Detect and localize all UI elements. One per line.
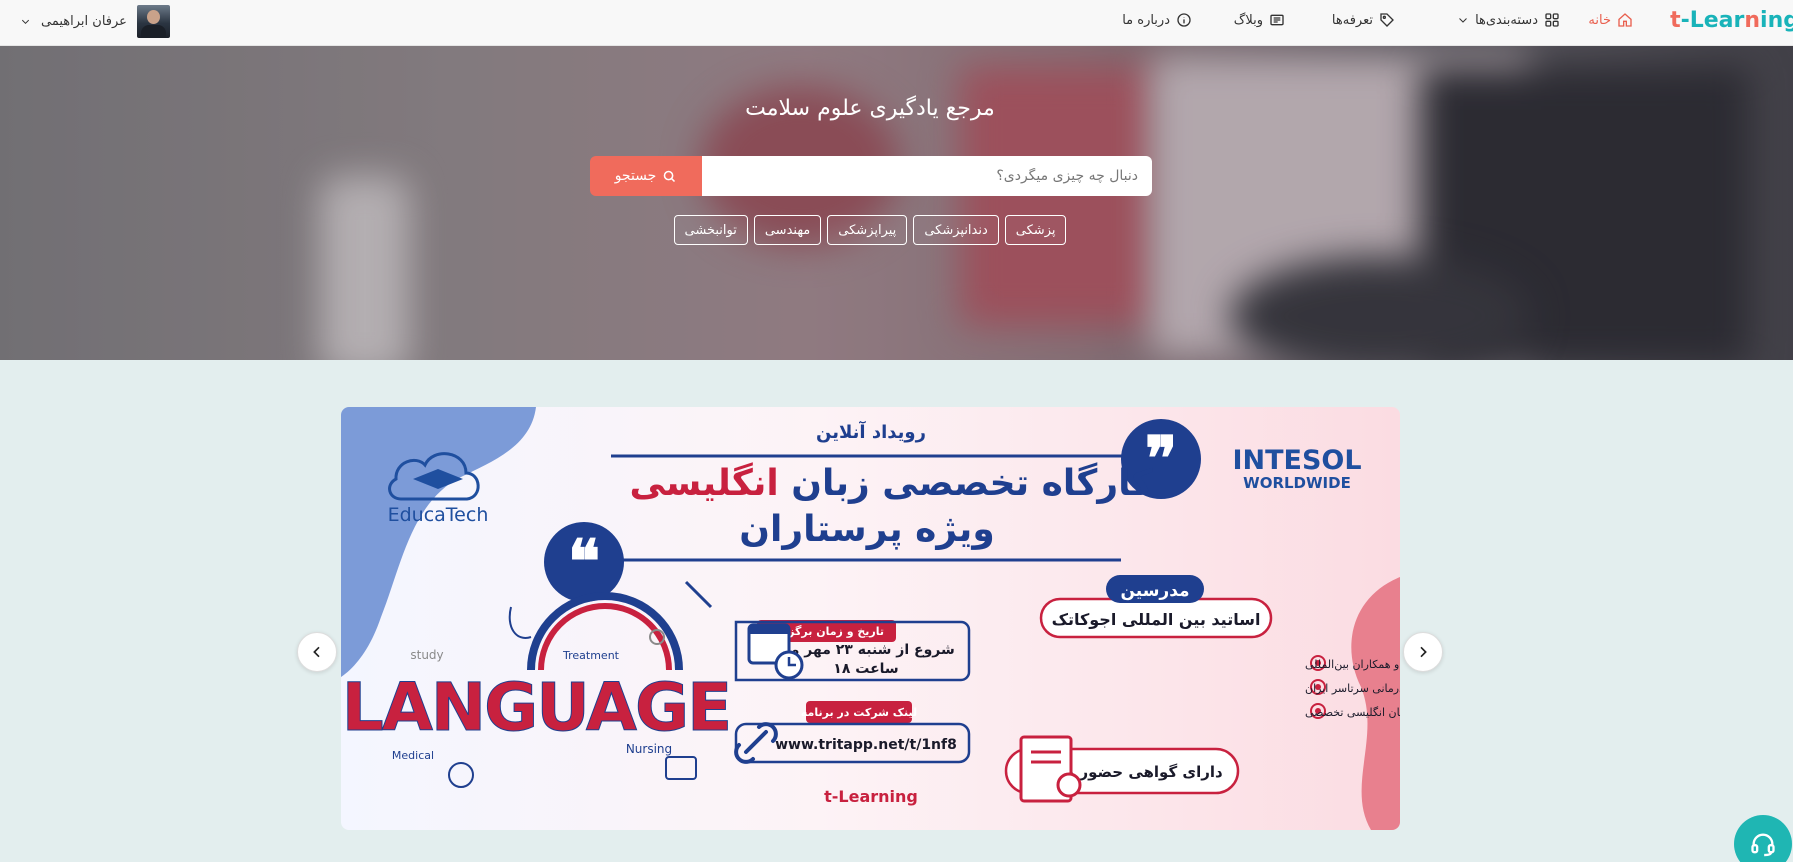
search-icon bbox=[664, 170, 676, 182]
nav-home[interactable]: خانه bbox=[1588, 12, 1633, 28]
info-icon bbox=[1177, 13, 1191, 27]
svg-text:❝: ❝ bbox=[568, 527, 600, 597]
search-button[interactable]: جستجو bbox=[590, 156, 702, 196]
nurse-icon bbox=[448, 762, 474, 788]
slider-next-button[interactable] bbox=[1403, 632, 1443, 672]
teachers-text: اساتید بین المللی اجوکاتک bbox=[1052, 610, 1261, 629]
chevron-right-icon bbox=[1420, 646, 1427, 658]
headset-icon bbox=[1751, 833, 1775, 857]
intesol-subtitle: WORLDWIDE bbox=[1243, 474, 1351, 492]
grid-icon bbox=[1545, 13, 1559, 27]
nav-categories-label: دسته‌بندی‌ها bbox=[1475, 12, 1538, 28]
banner-title-line1: کارگاه تخصصی زبان انگلیسی bbox=[629, 462, 1152, 504]
chevron-down-icon bbox=[1459, 18, 1467, 23]
user-menu[interactable]: عرفان ابراهیمی bbox=[20, 5, 170, 38]
intesol-logo: INTESOL bbox=[1232, 445, 1361, 476]
nav-about-label: درباره ما bbox=[1122, 12, 1170, 28]
svg-text:کمک به ارتقای سطح تسلط به زبان: کمک به ارتقای سطح تسلط به زبان انگلیسی ت… bbox=[1305, 706, 1400, 719]
stethoscope-icon bbox=[508, 606, 532, 639]
syringe-icon bbox=[684, 580, 713, 609]
benefit-item: کمک به ارتقای سطح تسلط به زبان انگلیسی ت… bbox=[1305, 703, 1400, 719]
teachers-label: مدرسین bbox=[1120, 581, 1189, 601]
nav-blog[interactable]: وبلاگ bbox=[1234, 12, 1285, 28]
tag-paramedical[interactable]: پیراپزشکی bbox=[827, 215, 908, 245]
chevron-down-icon bbox=[21, 19, 30, 24]
tag-rehabilitation[interactable]: توانبخشی bbox=[673, 215, 748, 245]
chevron-left-icon bbox=[313, 646, 320, 658]
banner-corner-shape-left bbox=[341, 407, 536, 677]
hero-overlay bbox=[0, 46, 1793, 360]
word-study: study bbox=[410, 648, 443, 662]
certificate-icon bbox=[1019, 735, 1082, 803]
nav-blog-label: وبلاگ bbox=[1233, 12, 1263, 28]
banner-title-line2: ویژه پرستاران bbox=[739, 509, 994, 550]
banner-footer-logo: t-Learning bbox=[824, 787, 918, 806]
tag-medicine[interactable]: پزشکی bbox=[1004, 215, 1067, 245]
date-line1: شروع از شنبه ۲۳ مهر ماه bbox=[777, 642, 955, 658]
word-nursing: Nursing bbox=[626, 742, 672, 756]
promo-banner[interactable]: EducaTech رویداد آنلاین ❞ ❝ کارگاه تخصصی… bbox=[341, 407, 1400, 830]
search-bar: جستجو bbox=[590, 156, 1152, 196]
price-tag-icon bbox=[1380, 13, 1394, 27]
benefit-item: امکان ایجاد کار در بخش‌های بین المللی مر… bbox=[1305, 679, 1400, 695]
logo-text-n: n bbox=[1744, 8, 1761, 33]
svg-text:امکان ایجاد کار در بخش‌های بین: امکان ایجاد کار در بخش‌های بین المللی مر… bbox=[1305, 682, 1400, 695]
word-language: LANGUAGE bbox=[342, 669, 730, 746]
logo-text-b: ing bbox=[1760, 8, 1793, 33]
language-illustration: Treatment study LANGUAGE Medical Nursing bbox=[341, 580, 733, 788]
home-icon bbox=[1618, 13, 1632, 27]
nav-about[interactable]: درباره ما bbox=[1122, 12, 1192, 28]
link-text: www.tritapp.net/t/1nf8 bbox=[775, 737, 957, 753]
site-logo[interactable]: t-Learning bbox=[1670, 8, 1793, 33]
logo-text-a: -Lear bbox=[1680, 8, 1745, 33]
link-chain-icon bbox=[734, 722, 778, 764]
hero-title: مرجع یادگیری علوم سلامت bbox=[745, 96, 995, 121]
nav-pricing-label: تعرفه‌ها bbox=[1331, 12, 1373, 28]
quote-icon: ❝ bbox=[544, 522, 624, 602]
event-label: رویداد آنلاین bbox=[816, 420, 926, 443]
svg-text:توانایی پزشکان در ایجاد ارتباط: توانایی پزشکان در ایجاد ارتباط با بیمارا… bbox=[1305, 658, 1400, 671]
link-label: لینک شرکت در برنامه bbox=[801, 706, 917, 719]
logo-t: t bbox=[1670, 8, 1681, 33]
word-medical: Medical bbox=[392, 749, 434, 762]
newspaper-icon bbox=[1270, 14, 1284, 26]
banner-corner-shape-right bbox=[1351, 577, 1400, 830]
word-treatment: Treatment bbox=[562, 649, 620, 662]
tag-dentistry[interactable]: دندانپزشکی bbox=[913, 215, 999, 245]
educatech-text: EducaTech bbox=[388, 504, 489, 526]
support-chat-button[interactable] bbox=[1734, 815, 1792, 862]
first-aid-icon bbox=[665, 756, 697, 780]
user-name: عرفان ابراهیمی bbox=[41, 14, 127, 29]
date-line2: ساعت ۱۸ bbox=[833, 661, 898, 677]
slider-prev-button[interactable] bbox=[297, 632, 337, 672]
hero-section: مرجع یادگیری علوم سلامت جستجو پزشکی دندا… bbox=[0, 46, 1793, 360]
tag-engineering[interactable]: مهندسی bbox=[753, 215, 822, 245]
nav-home-label: خانه bbox=[1588, 12, 1611, 28]
top-navbar: t-Learning خانه دسته‌بندی‌ها تعرفه‌ها وب… bbox=[0, 0, 1793, 46]
search-button-label: جستجو bbox=[614, 168, 657, 184]
nav-pricing[interactable]: تعرفه‌ها bbox=[1332, 12, 1395, 28]
category-tags: پزشکی دندانپزشکی پیراپزشکی مهندسی توانبخ… bbox=[0, 215, 1740, 245]
nav-categories[interactable]: دسته‌بندی‌ها bbox=[1457, 12, 1560, 28]
promo-banner-art: EducaTech رویداد آنلاین ❞ ❝ کارگاه تخصصی… bbox=[341, 407, 1400, 830]
search-input[interactable] bbox=[702, 156, 1152, 196]
avatar bbox=[136, 5, 170, 38]
benefit-item: توانایی پزشکان در ایجاد ارتباط با بیمارا… bbox=[1305, 655, 1400, 671]
